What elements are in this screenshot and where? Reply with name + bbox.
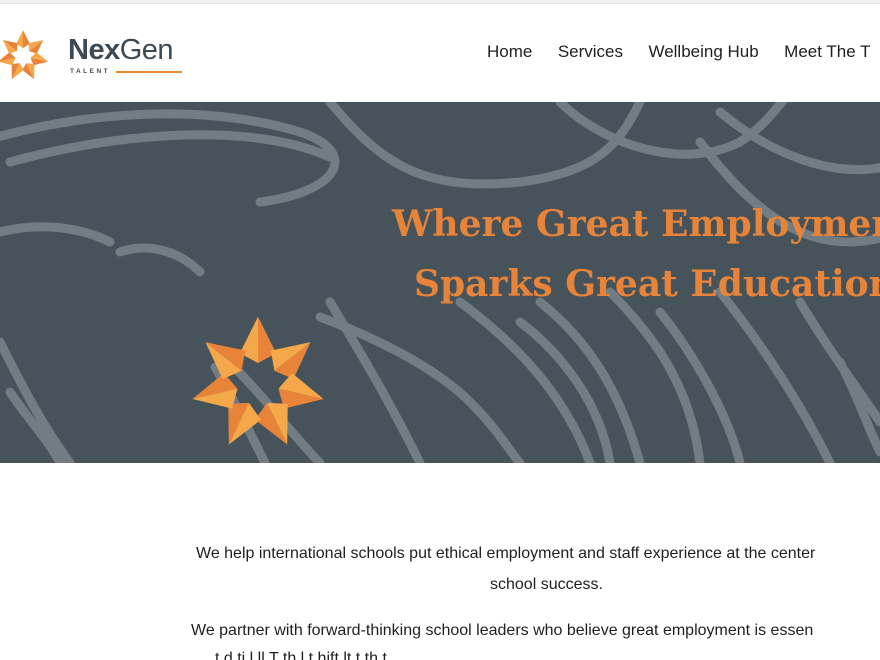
brand-tagline: TALENT: [70, 68, 111, 75]
nav-meet-the-team[interactable]: Meet The T: [784, 42, 870, 62]
star-logo-icon: [188, 316, 328, 453]
main-nav: Home Services Wellbeing Hub Meet The T: [487, 42, 880, 62]
hero-heading-line2: Sparks Great Education: [414, 263, 880, 305]
intro-line2: school success.: [490, 576, 603, 593]
brand-wordmark: NexGen: [68, 34, 174, 66]
nav-services[interactable]: Services: [558, 42, 623, 62]
nav-wellbeing-hub[interactable]: Wellbeing Hub: [648, 42, 758, 62]
hero-heading-line1: Where Great Employment: [392, 203, 880, 245]
hero-heading: Where Great Employment Sparks Great Educ…: [392, 194, 880, 314]
partner-paragraph: We partner with forward-thinking school …: [191, 622, 814, 639]
site-header: NexGen TALENT Home Services Wellbeing Hu…: [0, 4, 880, 102]
star-logo-icon: [0, 30, 50, 83]
partner-paragraph-cutoff: t d ti l ll T th l t hift lt t th t: [215, 650, 387, 660]
hero-banner: Where Great Employment Sparks Great Educ…: [0, 102, 880, 463]
intro-paragraph: We help international schools put ethica…: [196, 538, 880, 600]
brand-underline: [116, 71, 182, 73]
brand-logo[interactable]: NexGen TALENT: [0, 28, 190, 84]
intro-line1: We help international schools put ethica…: [196, 545, 816, 562]
intro-section: We help international schools put ethica…: [0, 463, 880, 660]
nav-home[interactable]: Home: [487, 42, 532, 62]
